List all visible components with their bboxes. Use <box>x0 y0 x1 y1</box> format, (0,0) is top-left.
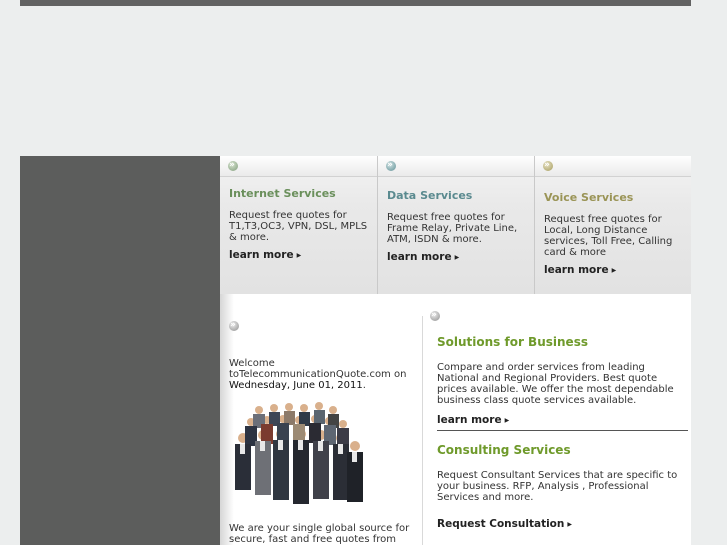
voice-learn-more-link[interactable]: learn more ▶ <box>544 264 616 276</box>
arrow-right-icon: ▶ <box>454 253 460 261</box>
panel-header <box>535 156 691 177</box>
arrow-right-icon: ▶ <box>567 520 572 528</box>
learn-more-label: learn more <box>544 264 609 276</box>
main-content: Welcome toTelecommunicationQuote.com on … <box>220 294 691 545</box>
bullet-arrow-icon <box>228 158 238 172</box>
learn-more-label: learn more <box>437 414 502 426</box>
welcome-line: Welcome <box>229 358 275 369</box>
solutions-description: Compare and order services from leading … <box>437 362 674 406</box>
bullet-arrow-icon <box>386 158 396 172</box>
request-consultation-link[interactable]: Request Consultation ▶ <box>437 518 572 530</box>
internet-learn-more-link[interactable]: learn more ▶ <box>229 249 301 261</box>
section-divider <box>437 430 688 431</box>
consulting-description: Request Consultant Services that are spe… <box>437 470 678 503</box>
consulting-title: Consulting Services <box>437 443 571 457</box>
left-sidebar <box>20 156 220 545</box>
bullet-arrow-icon <box>543 158 553 172</box>
learn-more-label: learn more <box>229 249 294 261</box>
data-services-panel: Data Services Request free quotes for Fr… <box>378 156 535 294</box>
request-consultation-label: Request Consultation <box>437 518 565 530</box>
arrow-right-icon: ▶ <box>296 251 302 259</box>
top-bar <box>20 0 691 6</box>
bullet-arrow-icon <box>430 308 440 322</box>
internet-services-description: Request free quotes for T1,T3,OC3, VPN, … <box>229 210 368 243</box>
welcome-site: toTelecommunicationQuote.com on <box>229 369 407 380</box>
bullet-arrow-icon <box>229 318 239 332</box>
voice-services-title: Voice Services <box>544 191 634 204</box>
panel-header <box>220 156 377 177</box>
column-divider <box>422 316 423 545</box>
data-learn-more-link[interactable]: learn more ▶ <box>387 251 459 263</box>
current-date: Wednesday, June 01, 2011 <box>229 380 363 391</box>
arrow-right-icon: ▶ <box>611 266 617 274</box>
panel-header <box>378 156 534 177</box>
business-people-image <box>235 402 363 504</box>
voice-services-description: Request free quotes for Local, Long Dist… <box>544 214 673 258</box>
date-suffix: . <box>362 380 366 391</box>
solutions-learn-more-link[interactable]: learn more ▶ <box>437 414 509 426</box>
welcome-date-line: Wednesday, June 01, 2011. <box>229 380 419 391</box>
arrow-right-icon: ▶ <box>504 416 510 424</box>
solutions-title: Solutions for Business <box>437 335 588 349</box>
internet-services-panel: Internet Services Request free quotes fo… <box>220 156 378 294</box>
learn-more-label: learn more <box>387 251 452 263</box>
data-services-title: Data Services <box>387 189 473 202</box>
data-services-description: Request free quotes for Frame Relay, Pri… <box>387 212 518 245</box>
welcome-text: Welcome toTelecommunicationQuote.com on … <box>229 358 419 391</box>
internet-services-title: Internet Services <box>229 187 336 200</box>
intro-text: We are your single global source for sec… <box>229 523 410 545</box>
voice-services-panel: Voice Services Request free quotes for L… <box>535 156 691 294</box>
